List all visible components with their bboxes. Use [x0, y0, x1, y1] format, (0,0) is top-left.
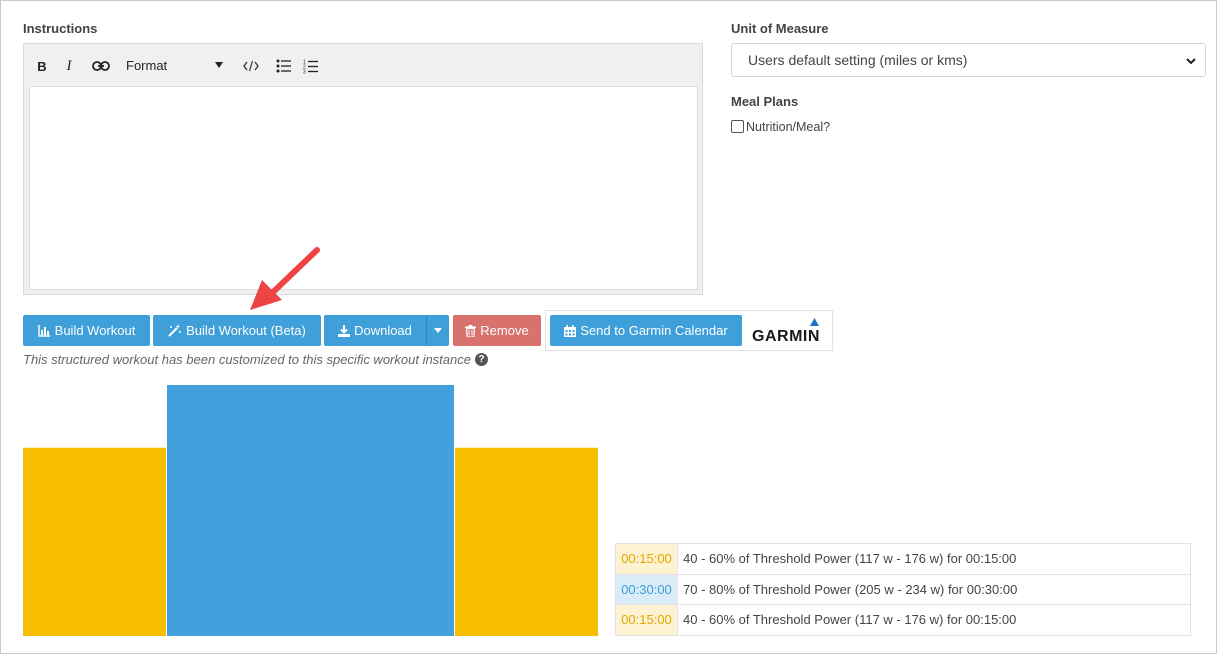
- calendar-icon: [564, 324, 577, 337]
- workout-steps-table: 00:15:00 40 - 60% of Threshold Power (117…: [615, 543, 1191, 636]
- question-circle-icon[interactable]: ?: [475, 353, 488, 366]
- unit-of-measure-value: Users default setting (miles or kms): [748, 52, 968, 68]
- workout-bar: [23, 447, 166, 636]
- build-workout-label: Build Workout: [54, 323, 136, 338]
- nutrition-meal-checkbox[interactable]: [731, 120, 744, 133]
- customized-note: This structured workout has been customi…: [23, 352, 488, 367]
- numbered-list-icon[interactable]: 123: [300, 56, 322, 76]
- customized-note-text: This structured workout has been customi…: [23, 352, 471, 367]
- red-arrow-annotation: [250, 247, 320, 310]
- link-icon[interactable]: [90, 56, 112, 76]
- step-duration: 00:30:00: [615, 573, 678, 605]
- download-label: Download: [354, 323, 412, 338]
- instructions-label: Instructions: [23, 21, 98, 36]
- caret-down-icon: [215, 62, 223, 68]
- workout-step-row: 00:30:00 70 - 80% of Threshold Power (205…: [615, 573, 1191, 605]
- editor-toolbar: B I Format 123: [24, 44, 702, 86]
- instructions-editor: B I Format 123: [23, 43, 703, 295]
- magic-wand-icon: [168, 324, 182, 337]
- format-dropdown[interactable]: Format: [123, 53, 231, 77]
- download-icon: [338, 324, 351, 337]
- bold-button[interactable]: B: [31, 56, 53, 76]
- download-button[interactable]: Download: [324, 315, 426, 346]
- bar-chart-icon: [37, 324, 50, 337]
- workout-chart: [23, 385, 598, 636]
- step-description: 40 - 60% of Threshold Power (117 w - 176…: [677, 543, 1191, 575]
- code-icon[interactable]: [240, 56, 262, 76]
- workout-step-row: 00:15:00 40 - 60% of Threshold Power (117…: [615, 543, 1191, 575]
- bullet-list-icon[interactable]: [273, 56, 295, 76]
- nutrition-meal-label: Nutrition/Meal?: [746, 120, 831, 134]
- trash-icon: [465, 324, 477, 337]
- caret-down-icon: [434, 328, 442, 333]
- step-duration: 00:15:00: [615, 543, 678, 575]
- unit-of-measure-label: Unit of Measure: [731, 21, 829, 36]
- garmin-triangle-icon: [810, 318, 819, 326]
- send-to-garmin-label: Send to Garmin Calendar: [580, 323, 728, 338]
- workout-bar: [455, 447, 598, 636]
- chevron-down-icon: [1186, 58, 1196, 65]
- nutrition-meal-row: Nutrition/Meal?: [731, 120, 830, 134]
- svg-text:3: 3: [303, 69, 306, 74]
- italic-button[interactable]: I: [58, 56, 80, 76]
- garmin-logo: GARMIN: [745, 318, 827, 346]
- garmin-logo-text: GARMIN: [752, 328, 820, 345]
- format-dropdown-label: Format: [126, 57, 168, 73]
- step-description: 70 - 80% of Threshold Power (205 w - 234…: [677, 573, 1191, 605]
- step-duration: 00:15:00: [615, 604, 678, 636]
- step-description: 40 - 60% of Threshold Power (117 w - 176…: [677, 604, 1191, 636]
- workout-step-row: 00:15:00 40 - 60% of Threshold Power (117…: [615, 604, 1191, 636]
- instructions-textarea[interactable]: [29, 86, 698, 290]
- build-workout-button[interactable]: Build Workout: [23, 315, 150, 346]
- remove-button[interactable]: Remove: [453, 315, 541, 346]
- download-dropdown-toggle[interactable]: [426, 315, 449, 346]
- build-workout-beta-label: Build Workout (Beta): [186, 323, 306, 338]
- unit-of-measure-select[interactable]: Users default setting (miles or kms): [731, 43, 1206, 77]
- meal-plans-label: Meal Plans: [731, 94, 799, 109]
- workout-bar: [167, 385, 454, 636]
- send-to-garmin-button[interactable]: Send to Garmin Calendar: [550, 315, 742, 346]
- remove-label: Remove: [480, 323, 529, 338]
